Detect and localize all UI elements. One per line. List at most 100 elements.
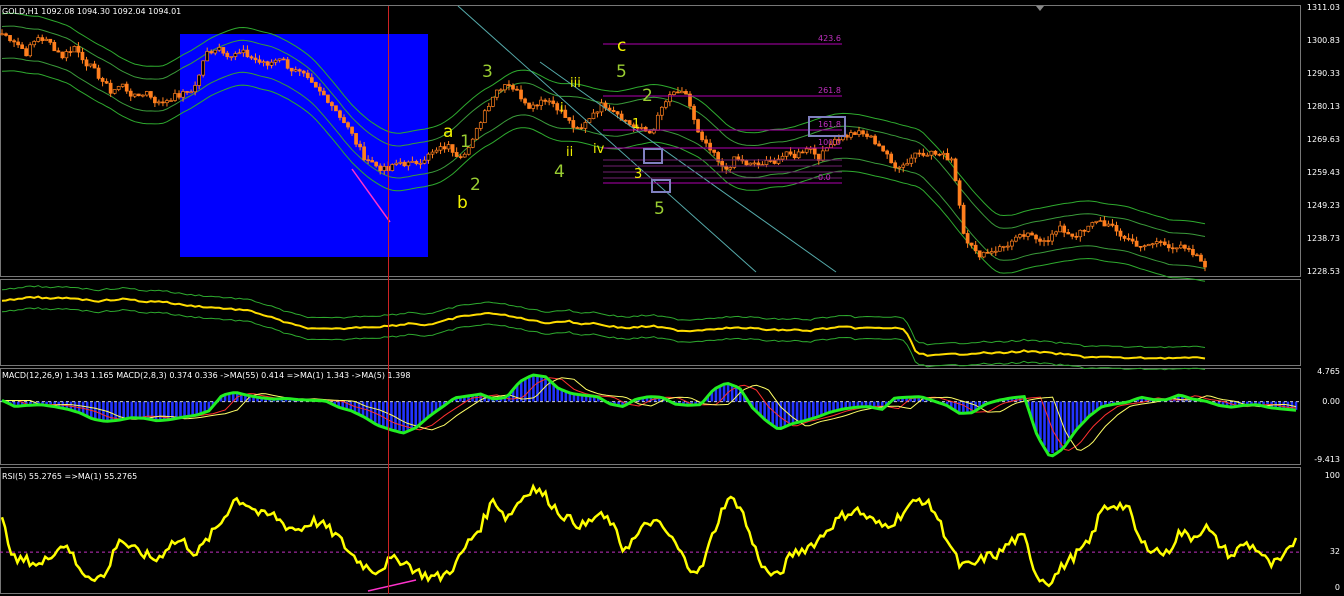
price-candle-body xyxy=(1106,223,1111,227)
price-candle-body xyxy=(144,91,149,96)
price-candle-body xyxy=(406,161,411,167)
macd-axis-tick: -9.413 xyxy=(1314,455,1340,464)
price-candle-body xyxy=(981,251,986,258)
price-candle-body xyxy=(1183,244,1187,249)
price-candle-body xyxy=(253,57,258,61)
price-candle-body xyxy=(398,161,403,164)
price-candle-body xyxy=(973,244,978,252)
price-candle-body xyxy=(338,110,342,118)
price-candle-body xyxy=(941,152,946,156)
price-candle-body xyxy=(358,143,362,148)
price-candle-body xyxy=(748,162,753,166)
price-candle-body xyxy=(173,93,177,101)
price-candle-body xyxy=(84,59,89,67)
price-candle-body xyxy=(901,164,906,168)
wave-label-1: 1 xyxy=(632,117,641,132)
price-candle-body xyxy=(676,91,680,94)
price-candle-body xyxy=(462,153,467,158)
price-candle-body xyxy=(917,152,922,155)
price-candle-body xyxy=(241,49,246,54)
price-candle-body xyxy=(249,56,254,59)
price-candle-body xyxy=(185,91,189,93)
price-candle-body xyxy=(322,90,326,96)
price-candle-body xyxy=(1062,225,1067,233)
price-candle-body xyxy=(615,111,620,115)
price-candle-body xyxy=(1098,220,1103,222)
price-candle-body xyxy=(269,61,274,66)
price-candle-body xyxy=(426,153,431,161)
price-candle-body xyxy=(346,122,350,128)
price-candle-body xyxy=(937,153,942,156)
price-axis-tick: 1249.23 xyxy=(1306,201,1340,210)
price-axis-tick: 1290.33 xyxy=(1306,69,1340,78)
fibo-level-label: 261.8 xyxy=(818,86,841,95)
price-candle-body xyxy=(591,112,596,119)
price-candle-body xyxy=(1086,225,1091,232)
price-candle-body xyxy=(1114,225,1119,232)
price-candle-body xyxy=(1174,247,1179,250)
price-candle-body xyxy=(495,89,499,98)
price-candle-body xyxy=(72,46,77,53)
price-candle-body xyxy=(579,127,584,129)
price-candle-body xyxy=(1146,244,1151,247)
price-candle-body xyxy=(1094,220,1099,223)
price-candle-body xyxy=(120,83,125,87)
price-candle-body xyxy=(418,162,423,165)
price-candle-body xyxy=(88,63,93,67)
price-candle-body xyxy=(217,47,222,51)
price-candle-body xyxy=(309,77,314,83)
price-candle-body xyxy=(567,117,572,121)
price-candle-body xyxy=(933,150,938,155)
price-candle-body xyxy=(772,160,777,164)
price-candle-body xyxy=(820,150,825,161)
fibo-level-label: 161.8 xyxy=(818,120,841,129)
price-candle-body xyxy=(80,51,85,61)
price-candle-body xyxy=(792,153,797,159)
price-candle-body xyxy=(108,82,113,94)
price-candle-body xyxy=(414,161,419,165)
price-candle-body xyxy=(410,161,415,163)
price-candle-body xyxy=(804,148,809,153)
price-candle-body xyxy=(1102,220,1107,227)
price-candle-body xyxy=(583,122,588,129)
price-candle-body xyxy=(643,127,648,132)
price-candle-body xyxy=(56,50,61,53)
price-candle-body xyxy=(1150,243,1155,246)
price-candle-body xyxy=(181,91,185,98)
price-candle-body xyxy=(209,51,214,54)
price-candle-body xyxy=(977,250,982,258)
price-candle-body xyxy=(285,59,290,69)
price-candle-body xyxy=(877,143,881,147)
price-candle-body xyxy=(800,151,805,154)
price-candle-body xyxy=(221,47,226,54)
price-axis-tick: 1300.83 xyxy=(1306,36,1340,45)
price-candle-body xyxy=(655,114,660,131)
price-candle-body xyxy=(708,142,712,151)
price-candle-body xyxy=(1058,225,1063,233)
price-candle-body xyxy=(647,130,652,134)
price-candle-body xyxy=(124,83,129,92)
price-candle-body xyxy=(993,250,998,253)
rsi-axis-tick: 0 xyxy=(1334,583,1340,592)
price-candle-body xyxy=(712,149,716,153)
price-candle-body xyxy=(116,86,121,90)
price-candle-body xyxy=(261,61,266,63)
price-candle-body xyxy=(511,85,515,90)
price-axis-tick: 1228.53 xyxy=(1306,267,1340,276)
price-candle-body xyxy=(1187,248,1191,250)
price-candle-body xyxy=(430,151,435,155)
price-candle-body xyxy=(1001,246,1006,248)
price-candle-body xyxy=(140,94,145,97)
price-candle-body xyxy=(639,127,644,129)
price-candle-body xyxy=(808,148,813,150)
price-candle-body xyxy=(519,89,523,100)
price-candle-body xyxy=(313,82,318,88)
price-candle-body xyxy=(362,146,366,161)
price-candle-body xyxy=(881,145,885,152)
price-candle-body xyxy=(945,152,950,161)
wave-label-iii: iii xyxy=(570,76,581,91)
price-candle-body xyxy=(136,93,141,97)
price-candle-body xyxy=(454,152,459,157)
wave-label-ii: ii xyxy=(566,145,574,160)
price-candle-body xyxy=(350,126,354,134)
